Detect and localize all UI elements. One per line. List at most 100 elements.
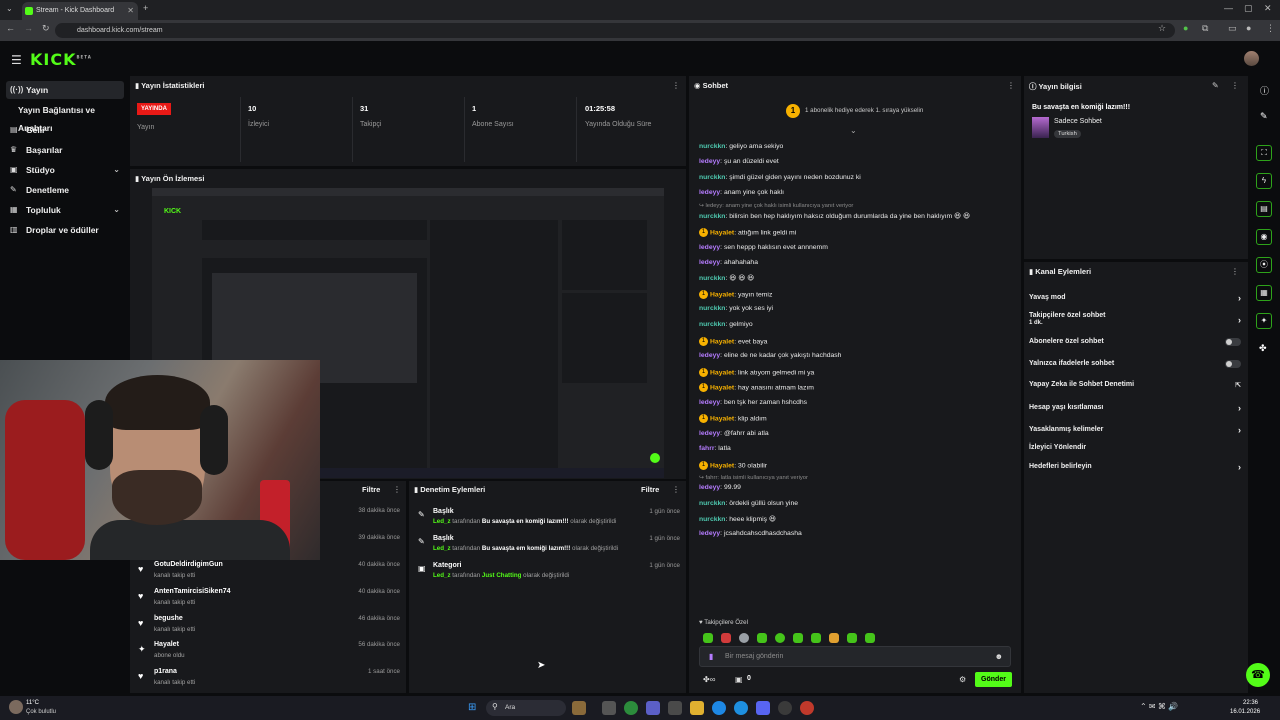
chat-message[interactable]: nurckkn: gelmiyo bbox=[699, 321, 1015, 328]
gift-icon[interactable]: ▣ bbox=[735, 675, 743, 684]
chat-username[interactable]: Hayalet bbox=[710, 384, 734, 391]
emote-icon[interactable] bbox=[865, 633, 875, 643]
chat-username[interactable]: ledeyy bbox=[699, 352, 720, 359]
layout-icon[interactable]: ▦ bbox=[1256, 285, 1272, 301]
chat-message[interactable]: ledeyy: 99.99 bbox=[699, 484, 1015, 491]
emote-icon[interactable] bbox=[721, 633, 731, 643]
chat-username[interactable]: fahrr bbox=[699, 445, 715, 452]
stream-info-more-icon[interactable]: ⋮ bbox=[1231, 81, 1239, 90]
sidebar-toggle-icon[interactable]: ▭ bbox=[1228, 23, 1237, 34]
banned-words-row[interactable]: Yasaklanmış kelimeler › bbox=[1029, 425, 1241, 440]
extensions-icon[interactable]: ⧉ bbox=[1202, 23, 1208, 34]
raid-row[interactable]: İzleyici Yönlendir bbox=[1029, 444, 1241, 458]
reload-icon[interactable]: ↻ bbox=[42, 23, 50, 34]
chat-message[interactable]: 1 Hayalet: klip aldım bbox=[699, 414, 1015, 423]
chrome-icon[interactable] bbox=[734, 701, 748, 715]
chat-username[interactable]: ledeyy bbox=[699, 244, 720, 251]
activity-more-icon[interactable]: ⋮ bbox=[393, 485, 401, 494]
channel-actions-more-icon[interactable]: ⋮ bbox=[1231, 267, 1239, 276]
chat-settings-icon[interactable]: ⚙ bbox=[959, 675, 966, 684]
broadcast-icon[interactable]: ⦿ bbox=[1256, 257, 1272, 273]
sidebar-item-topluluk[interactable]: ▦ Topluluk ⌄ bbox=[6, 201, 124, 219]
capture-icon[interactable]: ⛶ bbox=[1256, 145, 1272, 161]
chat-username[interactable]: Hayalet bbox=[710, 462, 734, 469]
sidebar-item-gelir[interactable]: ▤ Gelir bbox=[6, 121, 124, 139]
edit-icon[interactable]: ✎ bbox=[1212, 81, 1219, 90]
bookmark-star-icon[interactable]: ☆ bbox=[1158, 23, 1166, 34]
goals-row[interactable]: Hedefleri belirleyin › bbox=[1029, 462, 1241, 477]
chat-message[interactable]: nurckkn: bilirsin ben hep haklıyım haksı… bbox=[699, 212, 1015, 220]
wrench-icon[interactable]: ✦ bbox=[1256, 313, 1272, 329]
chat-username[interactable]: nurckkn bbox=[699, 275, 725, 282]
chat-message[interactable]: ledeyy: ben tşk her zaman hshcdhs bbox=[699, 399, 1015, 406]
chat-message[interactable]: nurckkn: 😆 😆 😆 bbox=[699, 274, 1015, 282]
mod-more-icon[interactable]: ⋮ bbox=[672, 485, 680, 494]
sidebar-item-denetleme[interactable]: ✎ Denetleme bbox=[6, 181, 124, 199]
teams-icon[interactable] bbox=[646, 701, 660, 715]
flash-icon[interactable]: ϟ bbox=[1256, 173, 1272, 189]
extension-shield-icon[interactable]: ● bbox=[1183, 23, 1188, 33]
chat-more-icon[interactable]: ⋮ bbox=[1007, 81, 1015, 90]
slow-mode-row[interactable]: Yavaş mod › bbox=[1029, 293, 1241, 308]
chat-message[interactable]: nurckkn: şimdi güzel giden yayını neden … bbox=[699, 174, 1015, 181]
chat-message[interactable]: nurckkn: yok yok ses iyi bbox=[699, 305, 1015, 312]
stats-more-icon[interactable]: ⋮ bbox=[672, 81, 680, 90]
sidebar-item-droplar[interactable]: ▥ Droplar ve ödüller bbox=[6, 221, 124, 239]
category-thumbnail[interactable] bbox=[1032, 117, 1049, 138]
chat-message[interactable]: fahrr: latla bbox=[699, 445, 1015, 452]
chat-message[interactable]: 1 Hayalet: hay anasını atmam lazım bbox=[699, 383, 1015, 392]
account-age-row[interactable]: Hesap yaşı kısıtlaması › bbox=[1029, 403, 1241, 418]
close-tab-icon[interactable]: ✕ bbox=[127, 2, 134, 20]
close-window-icon[interactable]: ✕ bbox=[1264, 3, 1272, 14]
emote-icon[interactable] bbox=[703, 633, 713, 643]
chat-username[interactable]: nurckkn bbox=[699, 321, 725, 328]
chat-username[interactable]: Hayalet bbox=[710, 229, 734, 236]
chat-message[interactable]: nurckkn: heee klipmiş 😆 bbox=[699, 515, 1015, 523]
chat-message[interactable]: ledeyy: şu an düzeldi evet bbox=[699, 158, 1015, 165]
pinned-gift-text[interactable]: 1 abonelik hediye ederek 1. sıraya yükse… bbox=[805, 107, 923, 114]
file-explorer-icon[interactable] bbox=[690, 701, 704, 715]
emotes-only-toggle[interactable] bbox=[1225, 360, 1241, 368]
followers-only-row[interactable]: Takipçilere özel sohbet 1 dk. › bbox=[1029, 312, 1241, 326]
edge-icon[interactable] bbox=[712, 701, 726, 715]
activity-filter-button[interactable]: Filtre bbox=[362, 485, 380, 494]
maximize-icon[interactable]: ▢ bbox=[1244, 3, 1253, 14]
chat-message[interactable]: ledeyy: sen heppp haklısın evet annnemm bbox=[699, 244, 1015, 251]
chat-username[interactable]: nurckkn bbox=[699, 213, 725, 220]
app-icon[interactable] bbox=[800, 701, 814, 715]
user-avatar[interactable] bbox=[1244, 51, 1259, 66]
document-icon[interactable]: ▤ bbox=[1256, 201, 1272, 217]
emote-icon[interactable] bbox=[757, 633, 767, 643]
chat-bubble-icon[interactable]: ◉ bbox=[1256, 229, 1272, 245]
chat-username[interactable]: ledeyy bbox=[699, 484, 720, 491]
sidebar-item-yayin[interactable]: ((·)) Yayın bbox=[6, 81, 124, 99]
tab-list-icon[interactable]: ⌄ bbox=[6, 4, 13, 13]
sidebar-item-basarilar[interactable]: ♛ Başarılar bbox=[6, 141, 124, 159]
chat-username[interactable]: Hayalet bbox=[710, 369, 734, 376]
sidebar-item-stream-key[interactable]: Yayın Bağlantısı ve Anahtarı bbox=[6, 101, 124, 133]
emote-icon[interactable] bbox=[829, 633, 839, 643]
emote-icon[interactable] bbox=[811, 633, 821, 643]
obs-icon[interactable] bbox=[778, 701, 792, 715]
url-field[interactable]: dashboard.kick.com/stream bbox=[55, 23, 1175, 38]
apps-icon[interactable]: ✤ bbox=[1259, 343, 1267, 354]
emote-icon[interactable] bbox=[847, 633, 857, 643]
sidebar-item-studyo[interactable]: ▣ Stüdyo ⌄ bbox=[6, 161, 124, 179]
browser-menu-icon[interactable]: ⋮ bbox=[1266, 23, 1275, 34]
subs-only-toggle[interactable] bbox=[1225, 338, 1241, 346]
chat-username[interactable]: nurckkn bbox=[699, 516, 725, 523]
chat-message[interactable]: ledeyy: @fahrr abi atla bbox=[699, 430, 1015, 437]
emoji-icon[interactable]: ☻ bbox=[995, 652, 1003, 661]
chat-username[interactable]: ledeyy bbox=[699, 530, 720, 537]
ai-moderation-row[interactable]: Yapay Zeka ile Sohbet Denetimi ⇱ bbox=[1029, 381, 1241, 395]
chat-message[interactable]: 1 Hayalet: evet baya bbox=[699, 337, 1015, 346]
chat-username[interactable]: ledeyy bbox=[699, 259, 720, 266]
emote-icon[interactable] bbox=[739, 633, 749, 643]
chat-username[interactable]: ledeyy bbox=[699, 189, 720, 196]
forward-icon[interactable]: → bbox=[24, 23, 33, 33]
tray-icons[interactable]: ⌃ ✉ ⌘ 🔊 bbox=[1140, 702, 1178, 711]
chat-message[interactable]: 1 Hayalet: yayın temiz bbox=[699, 290, 1015, 299]
browser-tab[interactable]: Stream - Kick Dashboard ✕ bbox=[22, 2, 138, 20]
chat-input[interactable]: ▮ Bir mesaj gönderin ☻ bbox=[699, 646, 1011, 667]
points-icon[interactable]: ✤∞ bbox=[703, 675, 715, 684]
